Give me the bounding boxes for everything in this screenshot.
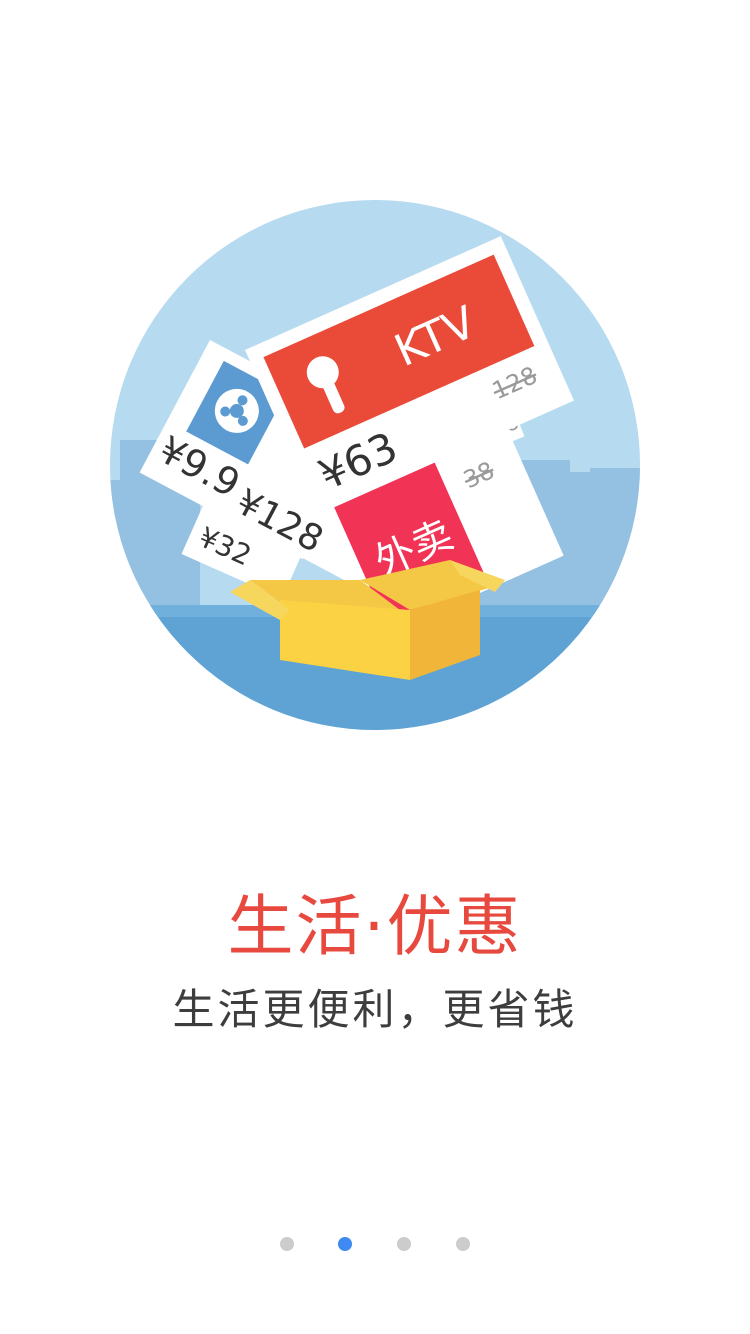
coupons-illustration: ¥32 ¥9.99 ¥128 38	[110, 200, 640, 730]
page-dot[interactable]	[456, 1237, 470, 1251]
page-indicator	[0, 1237, 750, 1253]
page-title: 生活·优惠	[227, 888, 523, 965]
page-subtitle: 生活更便利，更省钱	[172, 985, 578, 1034]
page-dot[interactable]	[280, 1237, 294, 1251]
page-dot[interactable]	[338, 1237, 352, 1251]
page-dot[interactable]	[397, 1237, 411, 1251]
